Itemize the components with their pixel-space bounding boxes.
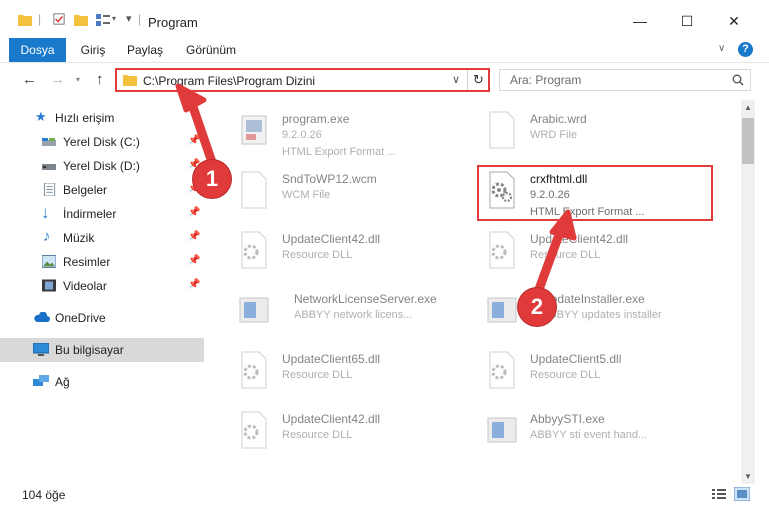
up-arrow-icon[interactable]: ↑	[96, 71, 104, 88]
highlight-box	[477, 165, 713, 221]
folder-icon	[123, 75, 137, 86]
view-options-icon[interactable]	[96, 14, 110, 26]
dll-gear-icon	[489, 231, 515, 269]
sidebar-item-this-pc[interactable]: Bu bilgisayar	[0, 338, 204, 362]
pin-icon[interactable]: 📌	[188, 255, 200, 266]
address-dropdown-icon[interactable]: ∨	[452, 73, 460, 86]
step-marker-1: 1	[193, 160, 231, 198]
file-item[interactable]: UpdateClient5.dll Resource DLL	[468, 346, 708, 398]
recent-locations-icon[interactable]: ▾	[76, 75, 80, 84]
help-icon[interactable]: ?	[738, 42, 753, 57]
scroll-down-icon[interactable]: ▼	[741, 472, 755, 481]
tab-paylas[interactable]: Paylaş	[120, 38, 170, 62]
pin-icon[interactable]: 📌	[188, 135, 200, 146]
file-icon	[489, 111, 515, 149]
app-icon	[487, 417, 517, 443]
drive-icon	[42, 164, 56, 170]
sidebar-item-music[interactable]: ♪ Müzik 📌	[0, 226, 204, 250]
vertical-scrollbar[interactable]: ▲ ▼	[741, 100, 755, 484]
drive-icon	[42, 138, 56, 146]
star-icon: ★	[35, 109, 47, 124]
computer-icon	[33, 343, 49, 356]
sidebar-item-onedrive[interactable]: OneDrive	[0, 306, 204, 330]
new-folder-icon[interactable]	[74, 14, 88, 26]
expand-ribbon-icon[interactable]: ∨	[718, 43, 725, 54]
sidebar-item-local-disk-c[interactable]: Yerel Disk (C:) 📌	[0, 130, 204, 154]
properties-check-icon[interactable]	[52, 13, 66, 25]
tab-giris[interactable]: Giriş	[70, 38, 116, 62]
address-path: C:\Program Files\Program Dizini	[143, 74, 316, 88]
scroll-thumb[interactable]	[742, 118, 754, 164]
divider	[467, 70, 468, 90]
close-icon: ✕	[728, 13, 740, 29]
app-icon	[487, 297, 517, 323]
file-icon	[241, 171, 267, 209]
pin-icon[interactable]: 📌	[188, 231, 200, 242]
file-item[interactable]: UpdateClient65.dll Resource DLL	[220, 346, 460, 398]
tab-dosya[interactable]: Dosya	[9, 38, 66, 62]
large-icons-view-icon[interactable]	[734, 487, 750, 501]
sidebar-item-network[interactable]: Ağ	[0, 370, 204, 394]
step-marker-2: 2	[518, 288, 556, 326]
exe-icon	[241, 115, 267, 145]
pin-icon[interactable]: 📌	[188, 279, 200, 290]
refresh-icon[interactable]: ↻	[473, 72, 484, 88]
search-icon[interactable]	[732, 74, 744, 86]
divider: |	[38, 12, 42, 26]
window-title: Program	[148, 15, 198, 30]
file-item[interactable]: Arabic.wrd WRD File	[468, 106, 708, 158]
details-view-icon[interactable]	[712, 488, 726, 500]
download-icon: ↓	[41, 203, 50, 222]
file-item[interactable]: UpdateClient42.dll Resource DLL	[220, 226, 460, 278]
video-icon	[42, 279, 56, 292]
address-bar[interactable]: C:\Program Files\Program Dizini ∨ ↻	[115, 68, 490, 92]
sidebar-item-downloads[interactable]: ↓ İndirmeler 📌	[0, 202, 204, 226]
status-bar: 104 öğe	[0, 484, 769, 506]
pictures-icon	[42, 255, 56, 268]
navigation-pane: ★ Hızlı erişim Yerel Disk (C:) 📌 Yerel D…	[0, 100, 204, 472]
dll-gear-icon	[241, 411, 267, 449]
cloud-icon	[34, 312, 50, 322]
minimize-button[interactable]: —	[620, 8, 660, 34]
file-item[interactable]: AbbyySTI.exe ABBYY sti event hand...	[468, 406, 708, 458]
documents-icon	[43, 183, 56, 196]
customize-toolbar-icon[interactable]: ▾	[126, 12, 132, 25]
dll-gear-icon	[489, 351, 515, 389]
navigation-bar: ← → ▾ ↑ C:\Program Files\Program Dizini …	[0, 63, 769, 97]
file-item[interactable]: NetworkLicenseServer.exe ABBYY network l…	[220, 286, 460, 338]
sidebar-item-quick-access[interactable]: ★ Hızlı erişim	[0, 106, 204, 130]
scroll-up-icon[interactable]: ▲	[741, 103, 755, 112]
dll-gear-icon	[241, 231, 267, 269]
file-item[interactable]: UpdateClient42.dll Resource DLL	[220, 406, 460, 458]
chevron-down-icon[interactable]: ▾	[112, 14, 116, 23]
sidebar-item-local-disk-d[interactable]: Yerel Disk (D:) 📌	[0, 154, 204, 178]
file-item[interactable]: UpdateInstaller.exe ABBYY updates instal…	[468, 286, 708, 338]
file-item[interactable]: program.exe 9.2.0.26 HTML Export Format …	[220, 106, 460, 158]
search-input[interactable]: Ara: Program	[499, 69, 751, 91]
sidebar-item-documents[interactable]: Belgeler 📌	[0, 178, 204, 202]
maximize-button[interactable]: ☐	[667, 8, 707, 34]
file-item[interactable]: SndToWP12.wcm WCM File	[220, 166, 460, 218]
ribbon-tabs: Dosya Giriş Paylaş Görünüm ∨ ?	[0, 38, 769, 63]
app-icon	[239, 297, 269, 323]
folder-icon[interactable]	[18, 14, 32, 26]
maximize-icon: ☐	[680, 13, 694, 29]
forward-arrow-icon[interactable]: →	[50, 71, 65, 88]
file-item[interactable]: UpdateClient42.dll Resource DLL	[468, 226, 708, 278]
dll-gear-icon	[241, 351, 267, 389]
item-count: 104 öğe	[22, 488, 66, 502]
file-list: program.exe 9.2.0.26 HTML Export Format …	[212, 100, 740, 470]
minimize-icon: —	[633, 13, 647, 29]
title-bar: | ▾ ▾ | Program — ☐ ✕	[0, 0, 769, 38]
back-arrow-icon[interactable]: ←	[22, 71, 37, 88]
search-placeholder: Ara: Program	[510, 73, 582, 87]
sidebar-item-pictures[interactable]: Resimler 📌	[0, 250, 204, 274]
tab-gorunum[interactable]: Görünüm	[180, 38, 242, 62]
network-icon	[33, 375, 49, 386]
close-button[interactable]: ✕	[714, 8, 754, 34]
pin-icon[interactable]: 📌	[188, 207, 200, 218]
divider: |	[138, 12, 142, 26]
music-icon: ♪	[43, 228, 51, 245]
sidebar-item-videos[interactable]: Videolar 📌	[0, 274, 204, 298]
